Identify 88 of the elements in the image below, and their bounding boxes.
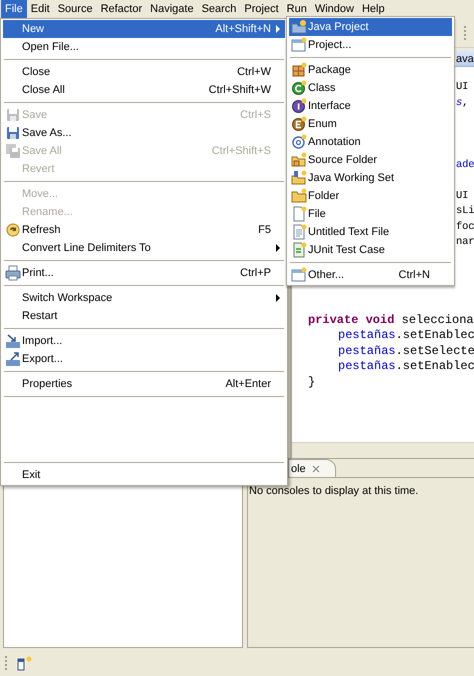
submenu-arrow-icon [276, 244, 280, 252]
export-icon [4, 351, 20, 367]
enum-icon [290, 116, 306, 132]
menu-item[interactable]: Source Folder [289, 151, 452, 169]
menu-item[interactable]: Annotation [289, 133, 452, 151]
code-line: UI [456, 190, 468, 202]
menu-item[interactable]: Restart [3, 307, 285, 325]
shortcut-text: Ctrl+W [237, 66, 271, 78]
code-line: pestañas.setSelecte [338, 344, 474, 358]
code-line: pestañas.setEnablec [338, 328, 474, 342]
menu-item[interactable]: Import... [3, 332, 285, 350]
code-line: foc [456, 220, 474, 232]
code-line: private void selecciona [308, 312, 474, 326]
test-case-icon [290, 242, 306, 258]
code-line: s, [456, 96, 468, 108]
toolbar-grip-icon [463, 24, 467, 40]
project-icon [290, 267, 306, 283]
menu-item[interactable]: Enum [289, 115, 452, 133]
menu-bar-item[interactable]: Edit [26, 0, 54, 18]
menu-item[interactable]: New Alt+Shift+N [3, 20, 285, 38]
code-line: } [308, 374, 316, 388]
submenu-arrow-icon [276, 294, 280, 302]
menu-item[interactable]: File [289, 205, 452, 223]
menu-item[interactable]: Project... [289, 36, 452, 54]
menu-bar-item[interactable]: Window [310, 0, 358, 18]
working-set-icon [290, 170, 306, 186]
project-icon [290, 37, 306, 53]
project-folder-icon [290, 19, 306, 35]
shortcut-text: Ctrl+S [240, 109, 271, 121]
menu-item[interactable]: Package [289, 61, 452, 79]
code-line: ade [456, 158, 474, 170]
shortcut-text: Ctrl+Shift+W [208, 84, 271, 96]
menu-item[interactable]: Java Working Set [289, 169, 452, 187]
menu-item[interactable]: Close Ctrl+W [3, 63, 285, 81]
menu-item[interactable]: Refresh F5 [3, 221, 285, 239]
menu-item[interactable]: Untitled Text File [289, 223, 452, 241]
shortcut-text: Ctrl+P [240, 267, 271, 279]
menu-bar-item[interactable]: Help [358, 0, 389, 18]
menu-bar-item[interactable]: Navigate [146, 0, 198, 18]
file-icon [290, 206, 306, 222]
menu-bar-item[interactable]: Search [198, 0, 240, 18]
menu-item[interactable]: Exit [3, 466, 285, 484]
menu-item[interactable]: Java Project [289, 18, 452, 36]
printer-icon [4, 265, 20, 281]
menu-item[interactable]: Export... [3, 350, 285, 368]
menu-item[interactable]: Print... Ctrl+P [3, 264, 285, 282]
menu-item[interactable]: Properties Alt+Enter [3, 375, 285, 393]
menu-bar-item[interactable]: Project [240, 0, 283, 18]
menu-item[interactable]: Convert Line Delimiters To [3, 239, 285, 257]
shortcut-text: Ctrl+Shift+S [212, 145, 271, 157]
shortcut-text: Alt+Shift+N [215, 23, 271, 35]
shortcut-text: Alt+Enter [225, 378, 271, 390]
interface-icon [290, 98, 306, 114]
refresh-icon [4, 222, 20, 238]
menu-item[interactable]: Open File... [3, 38, 285, 56]
code-line: sLi [456, 205, 474, 217]
editor-tab[interactable]: ava [456, 50, 474, 66]
import-icon [4, 333, 20, 349]
menu-item[interactable]: Other... Ctrl+N [289, 266, 452, 284]
menu-item[interactable]: Save As... [3, 124, 285, 142]
menu-item[interactable]: Folder [289, 187, 452, 205]
code-line: pestañas.setEnablec [338, 359, 474, 373]
menu-bar-item[interactable]: Run [282, 0, 311, 18]
package-icon [290, 62, 306, 78]
menu-item[interactable]: Close All Ctrl+Shift+W [3, 81, 285, 99]
console-message: No consoles to display at this time. [249, 485, 418, 497]
menu-item[interactable]: JUnit Test Case [289, 241, 452, 259]
fast-view-icon [17, 655, 33, 671]
menu-item[interactable]: Switch Workspace [3, 289, 285, 307]
menu-bar-item[interactable]: Refactor [96, 0, 146, 18]
menu-bar-item[interactable]: File [1, 0, 27, 18]
menu-item[interactable]: Class [289, 79, 452, 97]
console-tab[interactable]: ole [288, 459, 336, 477]
folder-icon [290, 188, 306, 204]
class-icon [290, 80, 306, 96]
status-grip-icon [4, 655, 8, 671]
source-folder-icon [290, 152, 306, 168]
text-file-icon [290, 224, 306, 240]
menu-item[interactable]: Interface [289, 97, 452, 115]
shortcut-text: Ctrl+N [398, 269, 431, 281]
floppy-disks-icon [4, 143, 20, 159]
code-line: UI [456, 81, 468, 93]
close-icon [310, 464, 321, 474]
menu-bar-item[interactable]: Source [54, 0, 97, 18]
shortcut-text: F5 [258, 224, 271, 236]
submenu-arrow-icon [276, 25, 280, 33]
annotation-icon [290, 134, 306, 150]
code-line: nar [456, 236, 474, 248]
